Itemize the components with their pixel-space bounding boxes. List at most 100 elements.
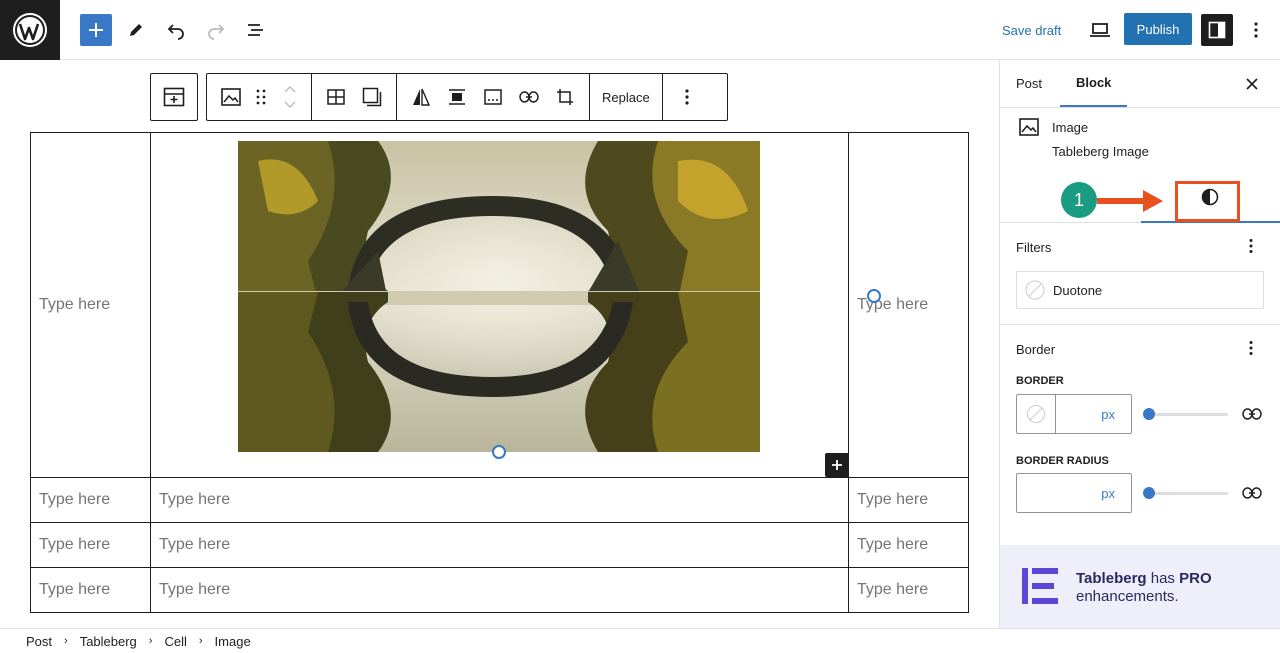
border-radius-input[interactable]: px — [1016, 473, 1132, 513]
block-options-button[interactable] — [669, 79, 705, 115]
table-icon — [327, 89, 345, 105]
replace-button[interactable]: Replace — [596, 90, 656, 105]
step-badge: 1 — [1061, 182, 1097, 218]
duotone-button[interactable] — [403, 79, 439, 115]
image-cell[interactable] — [150, 132, 881, 478]
table-cell[interactable]: Type here — [150, 522, 849, 568]
align-button[interactable] — [439, 79, 475, 115]
undo-icon — [167, 24, 184, 40]
save-draft-button[interactable]: Save draft — [994, 14, 1069, 46]
table-cell[interactable]: Type here — [848, 477, 969, 523]
more-vertical-icon[interactable] — [1248, 340, 1254, 356]
wordpress-logo-icon[interactable] — [0, 0, 60, 60]
crop-button[interactable] — [547, 79, 583, 115]
crop-icon — [557, 89, 573, 105]
filters-title: Filters — [1016, 240, 1052, 255]
table-cell[interactable]: Type here — [150, 477, 849, 523]
border-color-button[interactable] — [1017, 395, 1056, 433]
more-vertical-icon[interactable] — [1248, 238, 1254, 254]
border-panel: Border BORDER px BORDER RADIUS px — [1000, 325, 1280, 545]
link-icon[interactable] — [1242, 407, 1262, 421]
duotone-control[interactable]: Duotone — [1016, 271, 1264, 309]
promo-text: Tableberg has PRO enhancements. — [1076, 570, 1212, 606]
border-label: BORDER — [1016, 375, 1064, 387]
select-parent-block-button[interactable] — [150, 73, 198, 121]
more-vertical-icon — [685, 89, 689, 105]
highlight-box — [1175, 181, 1240, 222]
bridge-photo[interactable] — [238, 141, 760, 452]
settings-sidebar: Post Block Image Tableberg Image Filters — [999, 60, 1280, 628]
more-vertical-icon — [1254, 22, 1258, 38]
document-overview-button[interactable] — [240, 14, 272, 46]
table-cell[interactable]: Type here — [30, 477, 151, 523]
table-row: Type here Type here — [30, 132, 969, 478]
list-view-icon — [248, 24, 263, 36]
tab-block[interactable]: Block — [1060, 60, 1128, 107]
table-cell[interactable]: Type here — [30, 567, 151, 613]
block-toolbar: Replace — [206, 73, 728, 121]
align-center-icon — [449, 89, 465, 105]
table-cell[interactable]: Type here — [30, 132, 151, 478]
move-block-buttons[interactable] — [273, 79, 307, 115]
breadcrumb-image: Image — [214, 633, 251, 649]
chevron-right-icon: › — [198, 635, 203, 647]
table-cell[interactable]: Type here — [848, 567, 969, 613]
filter-icon — [413, 88, 431, 106]
tab-post[interactable]: Post — [1000, 60, 1058, 107]
drag-handle[interactable] — [249, 79, 273, 115]
plus-icon — [89, 23, 103, 37]
resize-handle-right[interactable] — [867, 289, 881, 303]
border-width-input[interactable]: px — [1016, 394, 1132, 434]
block-title: Image — [1052, 120, 1089, 135]
tableberg-table: Type here Type here Type here Type here … — [30, 132, 969, 613]
close-sidebar-button[interactable] — [1242, 74, 1262, 94]
radius-slider-thumb[interactable] — [1143, 487, 1155, 499]
table-cell[interactable]: Type here — [30, 522, 151, 568]
add-block-button[interactable] — [80, 14, 112, 46]
preview-button[interactable] — [1084, 14, 1116, 46]
border-unit[interactable]: px — [1101, 407, 1115, 422]
border-slider[interactable] — [1149, 413, 1228, 416]
resize-handle-bottom[interactable] — [492, 445, 506, 459]
add-block-in-cell-button[interactable] — [825, 453, 849, 477]
breadcrumb-cell[interactable]: Cell — [164, 634, 186, 649]
caption-button[interactable] — [475, 79, 511, 115]
arrow-right-icon — [1097, 190, 1163, 212]
close-icon — [1246, 78, 1258, 90]
link-icon — [519, 91, 539, 103]
sidebar-tabs: Post Block — [1000, 60, 1280, 108]
promo-has: has — [1150, 570, 1175, 587]
breadcrumb: Post › Tableberg › Cell › Image — [0, 628, 1280, 653]
border-slider-thumb[interactable] — [1143, 408, 1155, 420]
breadcrumb-post[interactable]: Post — [26, 634, 52, 649]
block-type-button[interactable] — [213, 79, 249, 115]
plus-icon — [832, 460, 842, 470]
image-icon — [1019, 118, 1039, 136]
link-button[interactable] — [511, 79, 547, 115]
radius-unit[interactable]: px — [1101, 486, 1115, 501]
sidebar-icon — [1208, 21, 1226, 39]
redo-icon — [208, 24, 225, 40]
duplicate-cell-button[interactable] — [354, 79, 390, 115]
publish-button[interactable]: Publish — [1124, 13, 1192, 45]
options-menu-button[interactable] — [1240, 14, 1272, 46]
radius-slider[interactable] — [1149, 492, 1228, 495]
chevron-right-icon: › — [148, 635, 153, 647]
table-cell[interactable]: Type here — [848, 132, 969, 478]
redo-button[interactable] — [200, 14, 232, 46]
laptop-icon — [1090, 23, 1110, 37]
settings-toggle-button[interactable] — [1201, 14, 1233, 46]
table-row: Type here Type here Type here — [30, 477, 969, 523]
tableberg-pro-banner[interactable]: Tableberg has PRO enhancements. — [999, 545, 1280, 628]
breadcrumb-tableberg[interactable]: Tableberg — [80, 634, 137, 649]
tools-button[interactable] — [120, 14, 152, 46]
table-cell[interactable]: Type here — [150, 567, 849, 613]
link-icon[interactable] — [1242, 486, 1262, 500]
tableberg-logo-icon — [1022, 568, 1058, 604]
table-cell[interactable]: Type here — [848, 522, 969, 568]
undo-button[interactable] — [160, 14, 192, 46]
table-cell-button[interactable] — [318, 79, 354, 115]
promo-pro: PRO — [1179, 570, 1212, 587]
duotone-label: Duotone — [1053, 282, 1103, 298]
promo-brand: Tableberg — [1076, 570, 1147, 587]
